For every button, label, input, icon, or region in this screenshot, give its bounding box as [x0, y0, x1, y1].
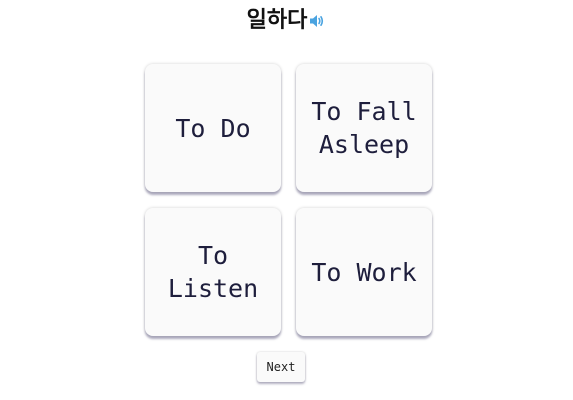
- answer-option-label: To Do: [175, 113, 251, 143]
- question-word: 일하다: [246, 8, 308, 33]
- quiz-page: 일하다 To Do To Fall Asleep To Listen To Wo…: [0, 0, 573, 400]
- answer-option-2[interactable]: To Fall Asleep: [296, 64, 432, 192]
- next-button[interactable]: Next: [257, 352, 305, 382]
- answer-option-1[interactable]: To Do: [145, 64, 281, 192]
- speaker-volume-icon[interactable]: [308, 12, 326, 30]
- question-header: 일하다: [0, 4, 573, 38]
- answer-option-4[interactable]: To Work: [296, 208, 432, 336]
- answer-option-label: To Listen: [167, 241, 259, 303]
- answer-option-label: To Work: [311, 257, 417, 287]
- answer-option-label: To Fall Asleep: [311, 97, 417, 159]
- next-button-label: Next: [266, 360, 296, 374]
- answer-option-3[interactable]: To Listen: [145, 208, 281, 336]
